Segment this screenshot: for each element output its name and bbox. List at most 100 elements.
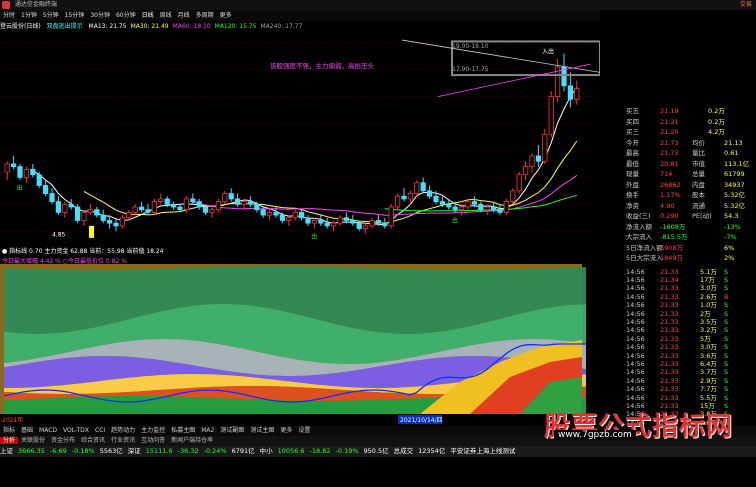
period-tab[interactable]: 5分钟 [40, 12, 62, 19]
info-tab[interactable]: 互动问答 [138, 437, 168, 444]
tick-cell: S [724, 359, 729, 368]
period-tab[interactable]: 周线 [157, 12, 175, 19]
tick-cell: 3.0万 [700, 284, 717, 293]
indicator-tab[interactable]: 设置 [295, 427, 313, 434]
index-name[interactable]: 总成交 [394, 447, 419, 455]
indicator-tab[interactable]: MACD [36, 427, 60, 434]
quote-key: 买三 [626, 128, 639, 136]
tick-row: 14:56 21.33 6.4万 S [600, 360, 756, 368]
tick-cell: 21.33 [660, 317, 679, 326]
indicator-tab[interactable]: 私募主图 [168, 427, 198, 434]
tick-row: 14:56 21.33 5.1万 S [600, 268, 756, 276]
tick-cell: S [724, 385, 729, 394]
period-tab[interactable]: 1分钟 [18, 12, 40, 19]
indicator-tab[interactable]: CCI [92, 427, 108, 434]
indicator-tab[interactable]: MA2 [198, 427, 217, 434]
tick-cell: S [724, 267, 729, 276]
index-name[interactable]: 平安证券上海上线测试 [450, 447, 520, 455]
candle [94, 207, 100, 218]
tick-cell: 21.33 [660, 292, 679, 301]
tick-row: 14:56 21.33 1.0万 S [600, 301, 756, 309]
info-tab[interactable]: 新闻户端持仓率 [168, 437, 216, 444]
candle [247, 196, 253, 207]
quote-side-panel: 买五 21.19 0.2万 买四 21.21 0.2万 买三 21.20 4.2万 今开 21.73… [600, 106, 756, 427]
quote-key: 内盘 [692, 180, 705, 189]
quote-value: -13% [724, 222, 741, 231]
tip-label: 双盘逃出提示 [46, 23, 83, 30]
tick-cell: S [724, 351, 729, 360]
period-tab[interactable]: 更多 [217, 12, 235, 19]
period-tab[interactable]: 60分钟 [113, 12, 139, 19]
indicator-tab[interactable]: 指标 [0, 427, 18, 434]
candle [286, 215, 292, 226]
kline-chart[interactable]: 19.00-19.1017.90-17.75该股强度不强，主力偏弱，高抬压头出出… [0, 32, 600, 424]
candle [55, 196, 62, 216]
info-tab[interactable]: 资金分布 [48, 437, 78, 444]
candle [49, 188, 55, 205]
period-tab[interactable]: 分时 [0, 12, 18, 19]
index-percent: -0.19% [335, 447, 359, 455]
candle [369, 217, 375, 229]
candle [138, 201, 145, 213]
candle [311, 217, 318, 229]
trade-button[interactable]: 交易 [740, 0, 752, 10]
tick-cell: 14:56 [626, 317, 645, 326]
tick-cell: 3.5万 [700, 317, 717, 326]
candle [523, 161, 529, 181]
indicator-tab[interactable]: 趋势动力 [108, 427, 138, 434]
period-tab[interactable]: 多周期 [193, 12, 217, 19]
period-tab[interactable]: 日线 [139, 12, 157, 19]
quote-value: 2% [724, 254, 735, 262]
indicator-tab[interactable]: VOL-TDX [60, 427, 92, 434]
info-tab[interactable]: 综合资讯 [78, 437, 108, 444]
indicator-tab[interactable]: 测试主图 [247, 427, 277, 434]
period-tab[interactable]: 30分钟 [87, 12, 113, 19]
info-tab[interactable]: 关联股份 [18, 437, 48, 444]
quote-key: 外盘 [626, 180, 639, 189]
candle [43, 180, 49, 197]
quote-value: 4.90 [660, 201, 675, 210]
index-name[interactable]: 上证 [0, 447, 18, 455]
indicator-tab[interactable]: 更多 [277, 427, 295, 434]
quote-key: 买五 [626, 107, 639, 115]
index-value: 3666.35 [18, 447, 45, 455]
info-tab[interactable]: 分析 [0, 437, 19, 444]
info-tab[interactable]: 行业资讯 [108, 437, 138, 444]
quote-key: 净流入额 [626, 222, 652, 231]
tick-row: 14:56 21.33 3.6万 S [600, 352, 756, 360]
quote-key: 收益(三) [626, 212, 651, 220]
candle [382, 217, 388, 229]
tick-cell: B [724, 292, 729, 301]
tick-cell: 14:56 [626, 292, 645, 301]
quote-value: 61799 [724, 170, 745, 178]
tick-row: 14:56 21.33 3.0万 S [600, 284, 756, 292]
index-amount: 950.5亿 [363, 447, 389, 455]
quote-value: 1849万 [660, 254, 684, 262]
quote-key: 买四 [626, 117, 639, 126]
tick-cell: 14:56 [626, 334, 645, 343]
tick-cell: S [724, 284, 729, 293]
candle [292, 209, 298, 221]
low-label: 4.85 [52, 232, 66, 239]
quote-value: 3908万 [660, 243, 684, 252]
date-cursor: 2021/10/14/四 [400, 417, 443, 424]
index-amount: 5563亿 [99, 447, 123, 455]
index-name[interactable]: 深证 [128, 447, 146, 455]
indicator-tab[interactable]: 测试副图 [217, 427, 247, 434]
tick-row: 14:56 21.34 17万 S [600, 276, 756, 284]
quote-row: 最低 20.81 市值 113.1亿 [600, 159, 756, 169]
candle [10, 155, 17, 170]
quote-key: 最高 [626, 149, 639, 157]
indicator-tab[interactable]: 基础 [18, 427, 36, 434]
period-tab[interactable]: 月线 [175, 12, 193, 19]
candle [113, 217, 119, 232]
tick-cell: 14:56 [626, 275, 645, 284]
quote-row: 5日大宗流入 1849万 2% [600, 253, 756, 263]
indicator-tab[interactable]: 主力监控 [138, 427, 168, 434]
quote-key: 总量 [692, 170, 705, 178]
candle [503, 198, 510, 216]
tick-cell: 21.33 [660, 376, 679, 385]
candle [228, 188, 234, 202]
index-name[interactable]: 中小 [260, 447, 278, 455]
period-tab[interactable]: 15分钟 [62, 12, 88, 19]
